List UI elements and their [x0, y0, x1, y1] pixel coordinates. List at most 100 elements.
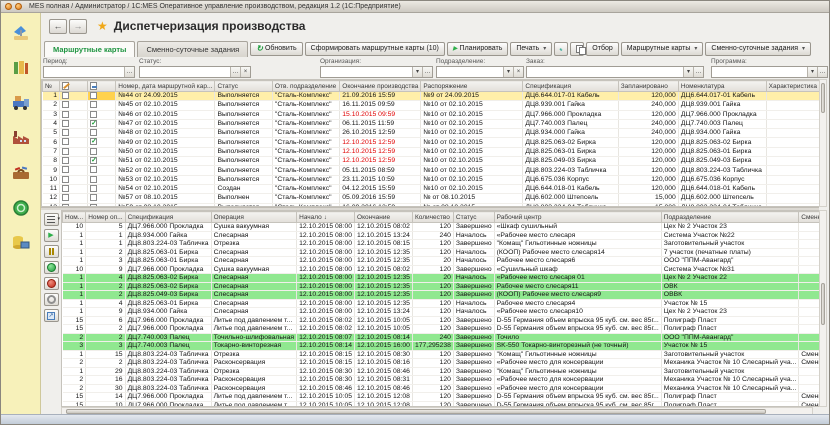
table-row[interactable]: 6✓№49 от 02.10.2015Выполняется"Сталь-Ком…	[43, 138, 820, 147]
table-row[interactable]: 129ДЦ8.803.224-03 ТабличкаОтрезка12.10.2…	[63, 367, 822, 376]
table-row[interactable]: 11№54 от 02.10.2015Создан"Сталь-Комплекс…	[43, 184, 820, 193]
start-operation-button[interactable]	[44, 229, 59, 242]
back-button[interactable]: ←	[49, 19, 67, 34]
mark-checkbox[interactable]	[62, 185, 69, 192]
favorite-star-icon[interactable]: ★	[97, 19, 108, 33]
refresh-button[interactable]: Обновить	[250, 42, 302, 56]
mark-checkbox[interactable]	[62, 111, 69, 118]
dropdown-icon[interactable]	[683, 67, 693, 77]
department-input[interactable]	[437, 67, 503, 77]
status-input[interactable]	[140, 67, 230, 77]
table-row[interactable]: 156ДЦ7.966.000 ПрокладкаЛитье под давлен…	[63, 316, 822, 325]
clear-icon[interactable]	[240, 67, 250, 77]
col-header-planned[interactable]: Запланировано	[618, 81, 678, 92]
print-checkbox[interactable]	[90, 92, 97, 99]
mark-checkbox[interactable]	[62, 120, 69, 127]
col-header-spec[interactable]: Спецификация	[523, 81, 618, 92]
table-row[interactable]: 9№52 от 02.10.2015Выполняется"Сталь-Комп…	[43, 166, 820, 175]
print-checkbox[interactable]	[90, 176, 97, 183]
mark-checkbox[interactable]	[62, 138, 69, 145]
col-header-shift[interactable]: Сменно-сут...	[799, 212, 821, 223]
choose-icon[interactable]	[230, 67, 240, 77]
clear-icon[interactable]	[513, 67, 523, 77]
choose-icon[interactable]	[124, 67, 134, 77]
order-input[interactable]	[527, 67, 683, 77]
print-checkbox[interactable]	[90, 185, 97, 192]
dropdown-icon[interactable]	[503, 67, 513, 77]
table-row[interactable]: 10№53 от 02.10.2015Выполняется"Сталь-Ком…	[43, 175, 820, 184]
organization-input[interactable]	[321, 67, 412, 77]
print-checkbox[interactable]: ✓	[90, 138, 97, 145]
table-row[interactable]: 152ДЦ7.966.000 ПрокладкаЛитье под давлен…	[63, 325, 822, 334]
print-checkbox[interactable]	[90, 148, 97, 155]
col-header-op[interactable]: Номер оп...	[86, 212, 125, 223]
col-header-nomenclature[interactable]: Номенклатура	[678, 81, 766, 92]
table-row[interactable]: 109ДЦ7.966.000 ПрокладкаСушка вакуумная1…	[63, 265, 822, 274]
tab-route-cards[interactable]: Маршрутные карты	[44, 41, 135, 57]
table-row[interactable]: 13ДЦ8.825.063-01 БиркаСлесарная12.10.201…	[63, 257, 822, 266]
col-header-status[interactable]: Статус	[215, 81, 272, 92]
logistics-icon[interactable]	[8, 91, 34, 115]
print-checkbox[interactable]	[90, 111, 97, 118]
col-header-end[interactable]: Окончание	[355, 212, 413, 223]
desktop-icon[interactable]	[8, 21, 34, 45]
col-header-order[interactable]: Распоряжение	[421, 81, 523, 92]
open-icon[interactable]	[422, 67, 432, 77]
table-row[interactable]: 4✓№47 от 02.10.2015Выполняется"Сталь-Ком…	[43, 119, 820, 128]
table-row[interactable]: 11ДЦ8.803.224-03 ТабличкаОтрезка12.10.20…	[63, 240, 822, 249]
tools-icon[interactable]	[8, 161, 34, 185]
col-header-dept[interactable]: Отв. подразделение	[272, 81, 339, 92]
print-checkbox[interactable]	[90, 166, 97, 173]
mark-checkbox[interactable]	[62, 157, 69, 164]
table-row[interactable]: 22ДЦ7.740.003 ПалецТочильно-шлифовальная…	[63, 333, 822, 342]
upper-vscroll-thumb[interactable]	[821, 83, 825, 113]
mark-checkbox[interactable]	[62, 194, 69, 201]
administration-icon[interactable]	[8, 231, 34, 255]
col-header-status[interactable]: Статус	[453, 212, 494, 223]
table-row[interactable]: 12№57 от 08.10.2015Выполнен"Сталь-Компле…	[43, 194, 820, 203]
col-header-department[interactable]: Подразделение	[661, 212, 798, 223]
mark-checkbox[interactable]	[62, 166, 69, 173]
window-button-2[interactable]	[15, 3, 22, 10]
col-header-end[interactable]: Окончание производства	[340, 81, 421, 92]
pause-operation-button[interactable]	[44, 245, 59, 258]
table-row[interactable]: 14ДЦ8.825.063-01 БиркаСлесарная12.10.201…	[63, 299, 822, 308]
table-row[interactable]: 1№44 от 24.09.2015Выполняется"Сталь-Комп…	[43, 92, 820, 101]
print-checkbox[interactable]	[90, 129, 97, 136]
lower-vscrollbar[interactable]	[819, 210, 827, 407]
table-row[interactable]: 8✓№51 от 02.10.2015Выполняется"Сталь-Ком…	[43, 157, 820, 166]
mark-checkbox[interactable]	[62, 92, 69, 99]
col-header-num[interactable]: Ном...	[63, 212, 86, 223]
print-checkbox[interactable]: ✓	[90, 157, 97, 164]
col-header-cb2[interactable]	[88, 81, 116, 92]
col-header-num[interactable]: №	[43, 81, 60, 92]
table-row[interactable]: 115ДЦ8.803.224-03 ТабличкаОтрезка12.10.2…	[63, 350, 822, 359]
lower-vscroll-thumb[interactable]	[821, 283, 825, 325]
table-row[interactable]: 105ДЦ7.966.000 ПрокладкаСушка вакуумная1…	[63, 223, 822, 232]
window-button-1[interactable]	[5, 3, 12, 10]
table-row[interactable]: 230ДЦ8.803.224-03 ТабличкаРасконсервация…	[63, 384, 822, 393]
generate-route-cards-button[interactable]: Сформировать маршрутные карты (10)	[305, 42, 445, 56]
forward-button[interactable]: →	[69, 19, 87, 34]
table-row[interactable]: 12ДЦ8.825.063-02 БиркаСлесарная12.10.201…	[63, 282, 822, 291]
col-header-characteristic[interactable]: Характеристика	[766, 81, 819, 92]
shift-tasks-menu-button[interactable]: Сменно-суточные задания	[705, 42, 811, 56]
mark-checkbox[interactable]	[62, 101, 69, 108]
settings-button[interactable]	[44, 293, 59, 306]
period-input[interactable]	[44, 67, 124, 77]
print-checkbox[interactable]	[90, 101, 97, 108]
table-row[interactable]: 14ДЦ8.825.063-02 БиркаСлесарная12.10.201…	[63, 274, 822, 283]
print-checkbox[interactable]	[90, 194, 97, 201]
finance-icon[interactable]	[8, 196, 34, 220]
mark-checkbox[interactable]	[62, 176, 69, 183]
table-row[interactable]: 2№45 от 02.10.2015Выполняется"Сталь-Комп…	[43, 101, 820, 110]
catalogs-icon[interactable]	[8, 56, 34, 80]
col-header-card[interactable]: Номер, дата маршрутной кар...	[116, 81, 215, 92]
print-checkbox[interactable]: ✓	[90, 120, 97, 127]
col-header-cb1[interactable]	[59, 81, 87, 92]
table-row[interactable]: 33ДЦ7.740.003 ПалецТокарно-винторезная12…	[63, 342, 822, 351]
table-row[interactable]: 1514ДЦ7.966.000 ПрокладкаЛитье под давле…	[63, 393, 822, 402]
stop-operation-button[interactable]	[44, 277, 59, 290]
col-header-workcenter[interactable]: Рабочий центр	[494, 212, 661, 223]
table-row[interactable]: 7№50 от 02.10.2015Выполняется"Сталь-Комп…	[43, 147, 820, 156]
